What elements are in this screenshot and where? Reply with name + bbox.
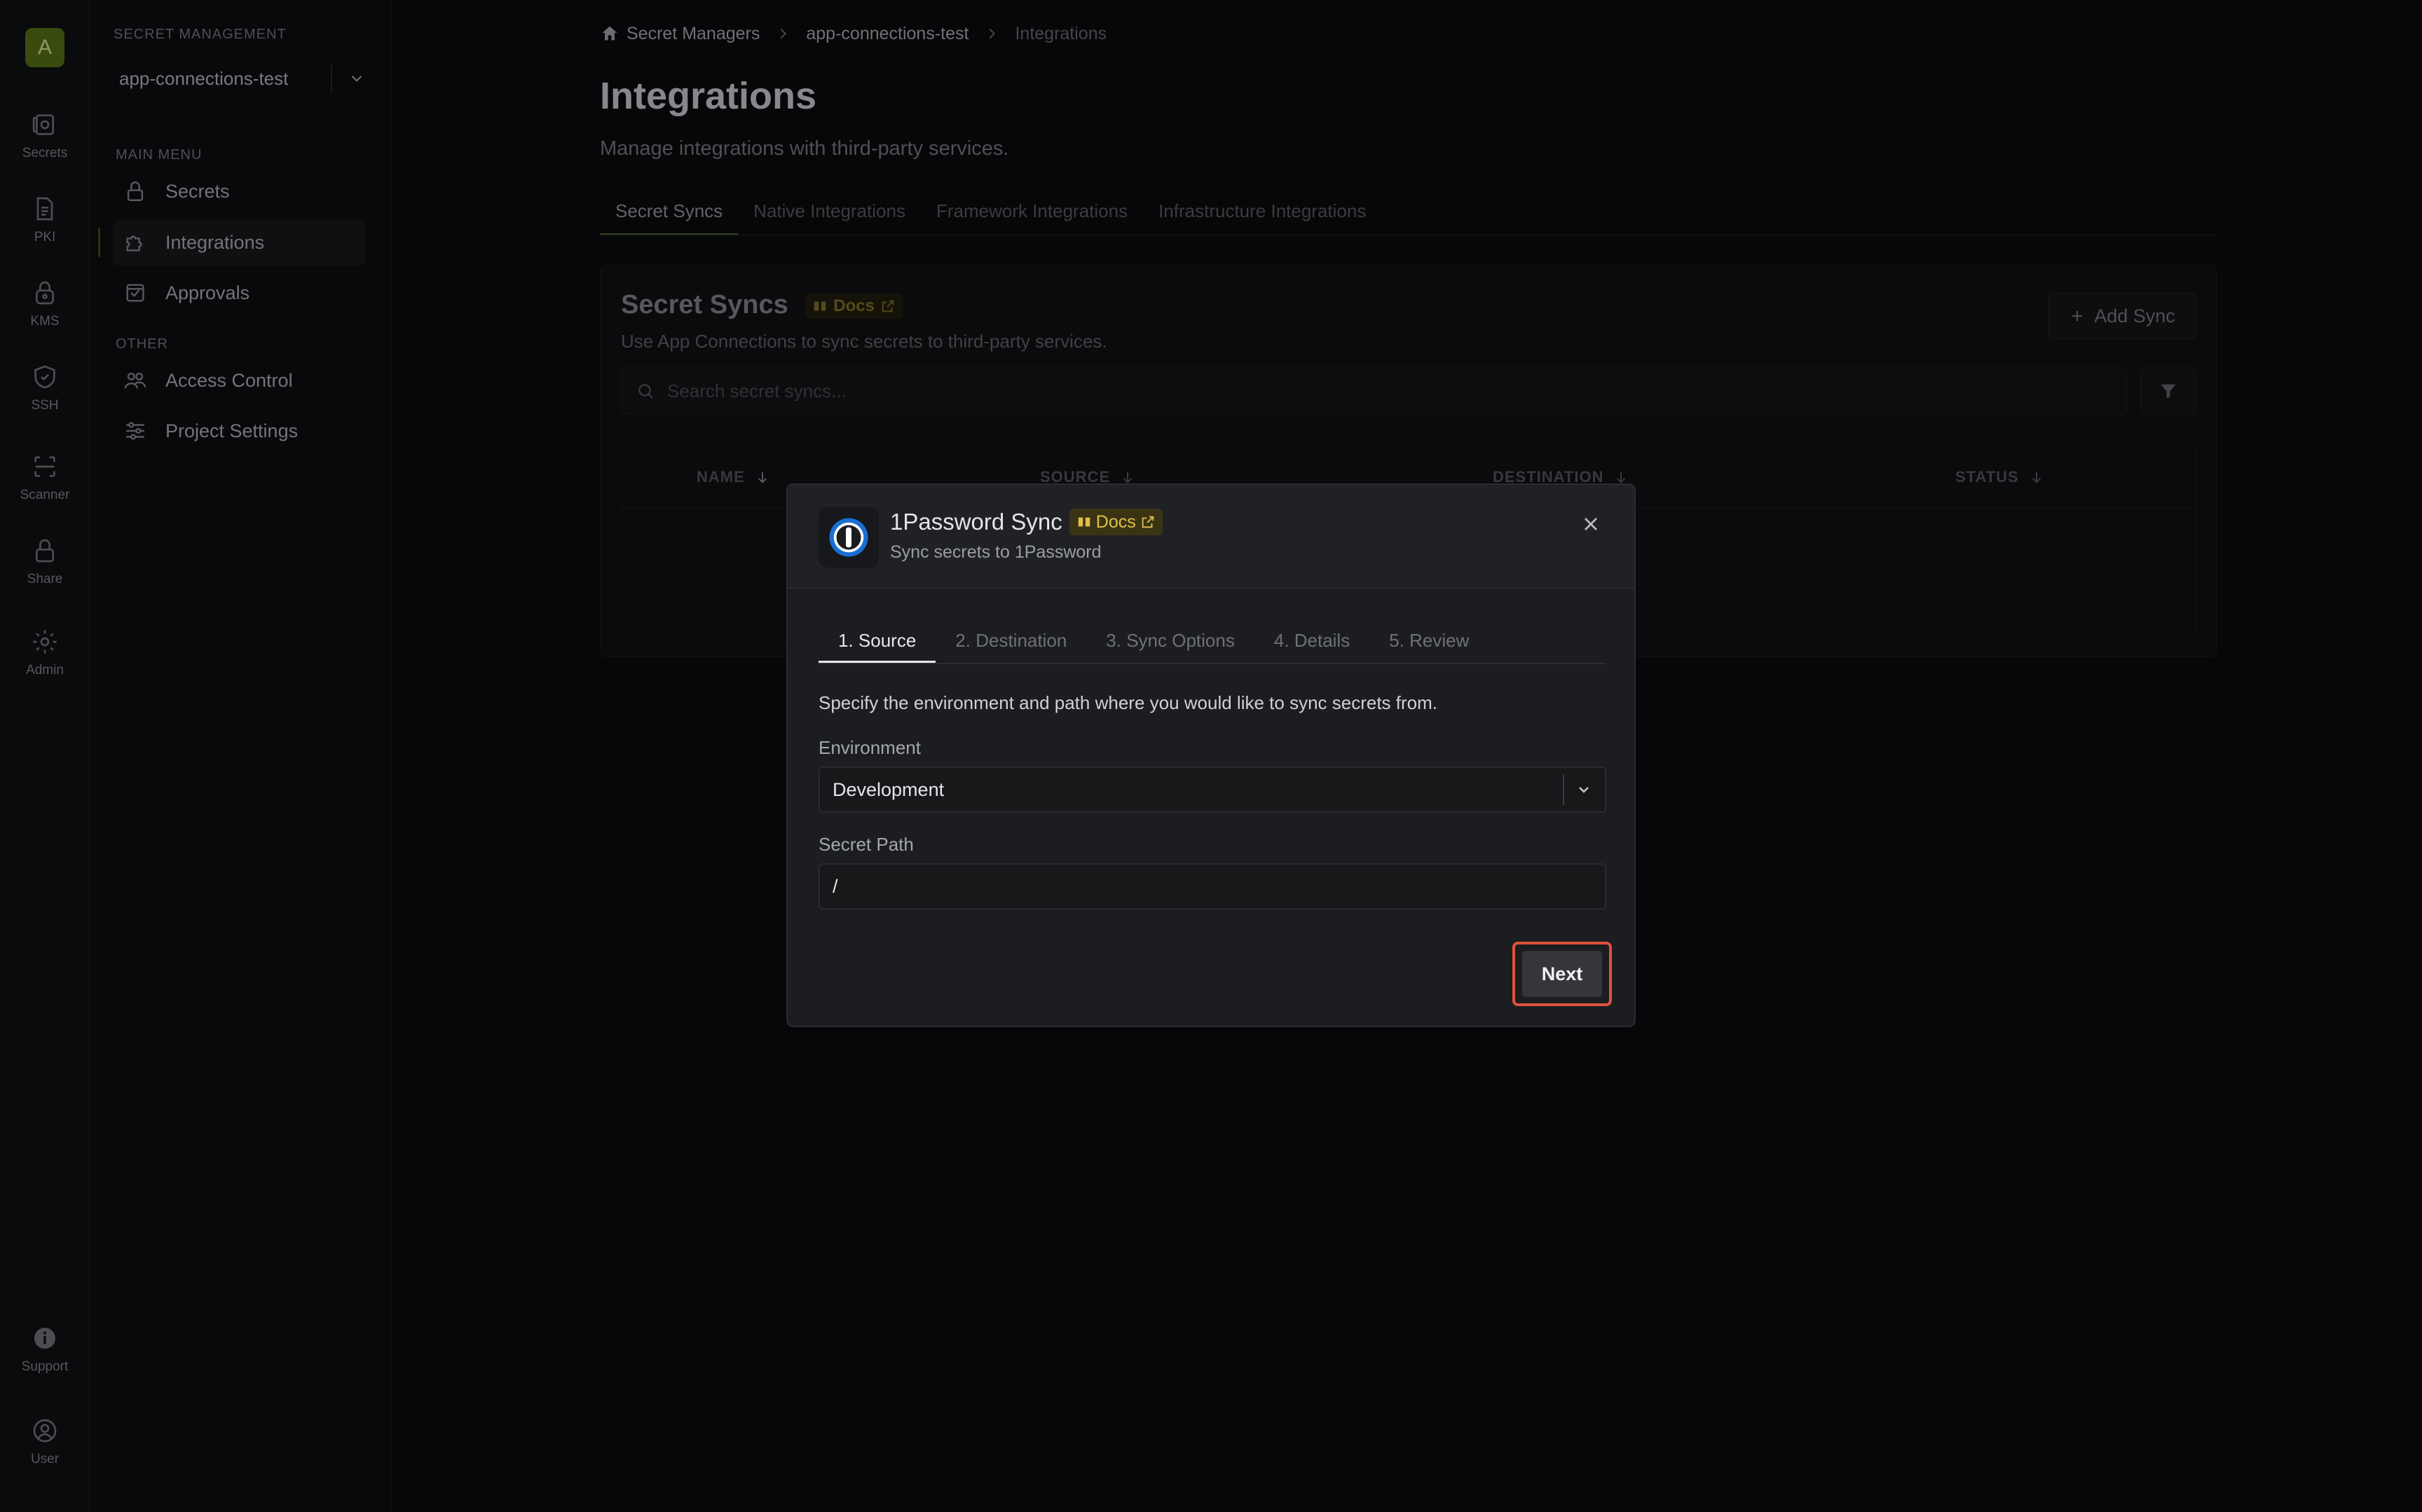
modal-title: 1Password Sync [890, 509, 1062, 535]
next-button[interactable]: Next [1522, 951, 1602, 997]
next-button-highlight: Next [1512, 942, 1612, 1006]
step-source[interactable]: 1. Source [819, 619, 936, 663]
modal-subtitle: Sync secrets to 1Password [890, 542, 1102, 562]
step-review[interactable]: 5. Review [1369, 619, 1489, 663]
onepassword-logo [819, 507, 879, 568]
close-icon[interactable] [1580, 513, 1602, 535]
step-sync-options[interactable]: 3. Sync Options [1086, 619, 1254, 663]
secret-path-label: Secret Path [819, 834, 914, 855]
docs-label: Docs [1095, 511, 1136, 532]
step-tabs: 1. Source 2. Destination 3. Sync Options… [819, 619, 1606, 664]
modal-header: 1Password Sync Docs Sync secrets to 1Pas… [788, 485, 1634, 589]
onepassword-icon [829, 518, 868, 557]
divider [1563, 774, 1564, 805]
step-destination[interactable]: 2. Destination [936, 619, 1086, 663]
external-link-icon [1142, 516, 1154, 528]
chevron-down-icon [1579, 787, 1589, 793]
sync-modal: 1Password Sync Docs Sync secrets to 1Pas… [786, 483, 1636, 1027]
step-details[interactable]: 4. Details [1254, 619, 1369, 663]
secret-path-input[interactable]: / [819, 863, 1606, 909]
book-icon [1078, 517, 1090, 527]
environment-label: Environment [819, 737, 921, 758]
environment-select[interactable]: Development [819, 767, 1606, 813]
environment-value: Development [833, 778, 945, 800]
modal-title-row: 1Password Sync Docs [890, 509, 1163, 535]
step-description: Specify the environment and path where y… [819, 692, 1437, 713]
docs-badge[interactable]: Docs [1069, 509, 1163, 535]
